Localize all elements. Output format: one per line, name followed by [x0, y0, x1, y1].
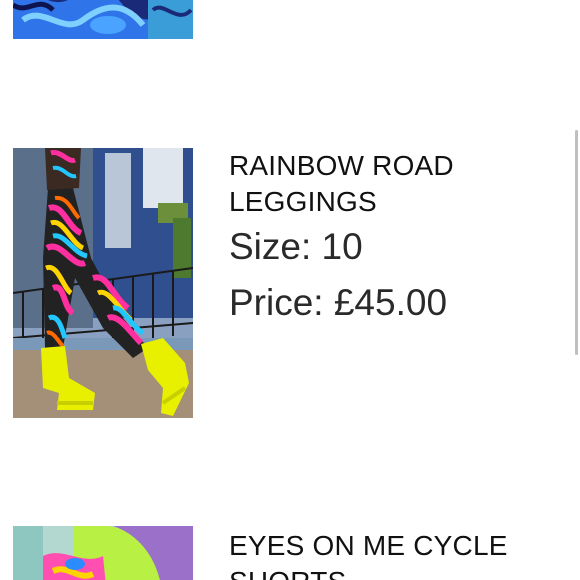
size-value: 10 — [321, 226, 363, 267]
product-thumbnail-eyes-on-me-cycle-shorts[interactable] — [13, 526, 193, 580]
product-info-eyes-on-me-cycle-shorts: EYES ON ME CYCLE SHORTS — [229, 528, 559, 580]
product-info-rainbow-road-leggings: RAINBOW ROAD LEGGINGS Size: 10 Price: £4… — [229, 148, 559, 326]
product-size: Size: 10 — [229, 224, 559, 270]
product-name[interactable]: EYES ON ME CYCLE SHORTS — [229, 528, 559, 580]
price-value: £45.00 — [333, 282, 448, 323]
price-label: Price: — [229, 282, 324, 323]
cart-item-list: RAINBOW ROAD LEGGINGS Size: 10 Price: £4… — [0, 0, 580, 580]
product-photo-rainbow-leggings — [13, 148, 193, 418]
size-label: Size: — [229, 226, 312, 267]
scrollbar[interactable] — [575, 130, 578, 355]
product-price: Price: £45.00 — [229, 280, 559, 326]
product-thumbnail-rainbow-road-leggings[interactable] — [13, 148, 193, 418]
product-photo-top — [13, 0, 193, 39]
product-thumbnail-top[interactable] — [13, 0, 193, 39]
product-photo-cycle-shorts — [13, 526, 193, 580]
product-name[interactable]: RAINBOW ROAD LEGGINGS — [229, 148, 559, 220]
